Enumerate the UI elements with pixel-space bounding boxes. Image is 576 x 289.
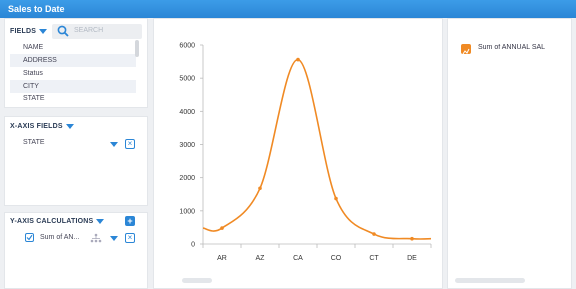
yaxis-header-label: Y-AXIS CALCULATIONS — [10, 218, 94, 225]
xaxis-field-dropdown-icon[interactable] — [110, 142, 118, 147]
x-tick-label: CO — [331, 255, 342, 262]
search-placeholder: SEARCH — [74, 27, 104, 34]
xaxis-header-label: X-AXIS FIELDS — [10, 123, 63, 130]
hierarchy-icon[interactable] — [90, 233, 102, 243]
xaxis-header[interactable]: X-AXIS FIELDS — [10, 123, 74, 130]
xaxis-field: STATE — [23, 139, 45, 146]
remove-xaxis-field-button[interactable]: × — [125, 139, 135, 149]
yaxis-header[interactable]: Y-AXIS CALCULATIONS — [10, 218, 105, 225]
field-item-state[interactable]: STATE — [10, 92, 136, 105]
add-calculation-button[interactable]: + — [125, 216, 135, 226]
x-tick-label: AR — [217, 255, 227, 262]
field-item-status[interactable]: Status — [10, 67, 136, 80]
y-tick-label: 3000 — [179, 142, 195, 149]
search-icon — [57, 25, 69, 37]
fields-header[interactable]: FIELDS — [10, 28, 48, 35]
window-title: Sales to Date — [0, 0, 576, 18]
legend-horizontal-scrollbar[interactable] — [455, 278, 525, 283]
legend-panel — [447, 18, 572, 289]
legend-label[interactable]: Sum of ANNUAL SAL — [478, 44, 554, 51]
chevron-down-icon[interactable] — [96, 218, 105, 224]
calc-checkbox[interactable] — [25, 233, 34, 242]
legend-swatch-icon — [461, 44, 471, 55]
x-tick-label: AZ — [256, 255, 266, 262]
x-tick-label: DE — [407, 255, 417, 262]
data-point — [410, 236, 414, 241]
sales-line-chart: 0 1000 2000 3000 4000 5000 6000 AR AZ CA CO CT DE — [179, 43, 432, 262]
check-icon — [26, 234, 33, 241]
y-tick-label: 5000 — [179, 76, 195, 83]
data-point — [334, 196, 338, 201]
y-tick-label: 0 — [191, 242, 195, 249]
field-item-name[interactable]: NAME — [10, 41, 136, 54]
calc-dropdown-icon[interactable] — [110, 236, 118, 241]
fields-header-label: FIELDS — [10, 28, 37, 35]
y-tick-label: 6000 — [179, 43, 195, 50]
y-tick-label: 4000 — [179, 109, 195, 116]
chevron-down-icon[interactable] — [65, 123, 74, 129]
field-item-address[interactable]: ADDRESS — [10, 54, 136, 67]
series-line — [202, 58, 432, 240]
y-tick-label: 2000 — [179, 175, 195, 182]
fields-scrollbar[interactable] — [135, 40, 139, 57]
data-point — [296, 57, 300, 62]
calc-label: Sum of AN... — [40, 234, 80, 241]
y-tick-label: 1000 — [179, 208, 195, 215]
search-input[interactable]: SEARCH — [52, 24, 142, 39]
remove-calculation-button[interactable]: × — [125, 233, 135, 243]
data-point — [372, 232, 376, 236]
x-tick-label: CA — [293, 255, 303, 262]
x-tick-label: CT — [369, 255, 379, 262]
chevron-down-icon[interactable] — [39, 28, 48, 34]
data-point — [258, 186, 262, 191]
data-point — [220, 226, 224, 230]
chart-horizontal-scrollbar[interactable] — [182, 278, 212, 283]
